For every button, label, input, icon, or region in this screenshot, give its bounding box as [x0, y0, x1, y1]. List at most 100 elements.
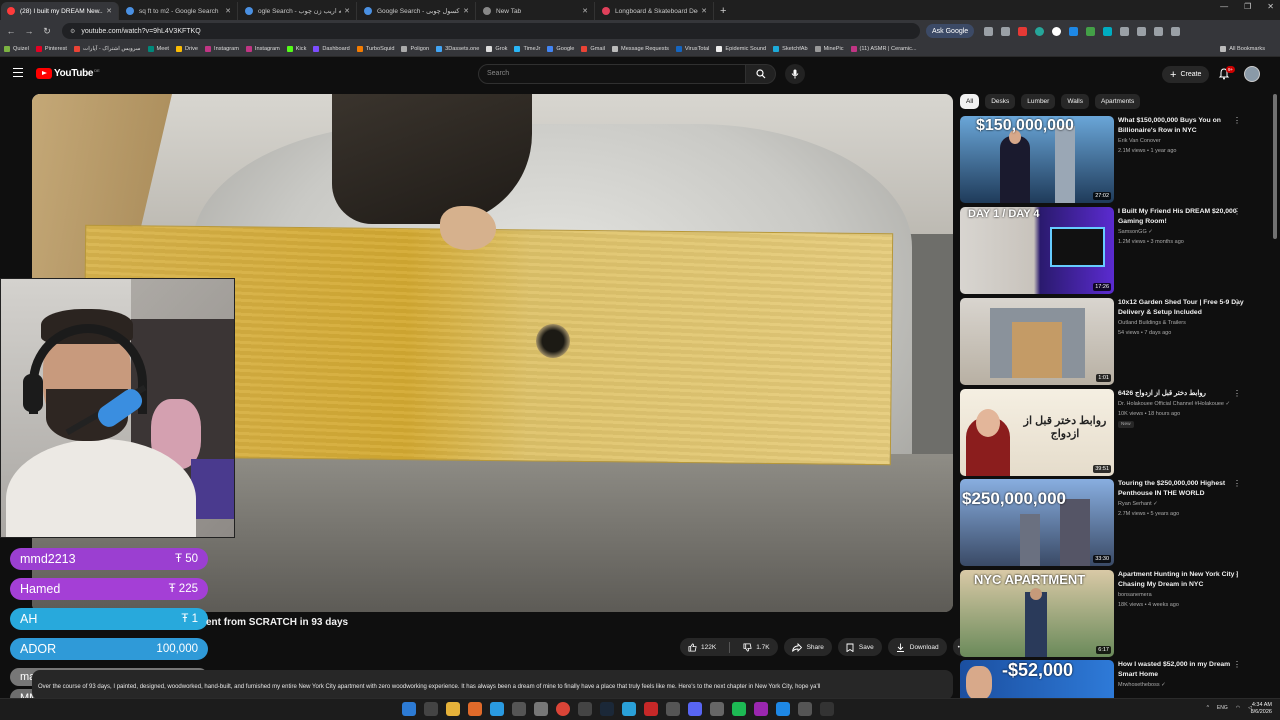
app-icon[interactable]: [754, 702, 768, 716]
video-title[interactable]: Apartment Hunting in New York City | Cha…: [1118, 570, 1250, 589]
browser-tab-google-1[interactable]: sq ft to m2 - Google Search ✕: [120, 2, 238, 20]
app-icon[interactable]: [644, 702, 658, 716]
close-tab-icon[interactable]: ✕: [225, 7, 231, 15]
bookmark-item[interactable]: TimeJr: [514, 46, 540, 52]
steam-icon[interactable]: [600, 702, 614, 716]
forward-icon[interactable]: →: [22, 24, 36, 38]
channel-name[interactable]: SamsonGG ✓: [1118, 229, 1153, 235]
app-icon[interactable]: [666, 702, 680, 716]
back-icon[interactable]: ←: [4, 24, 18, 38]
channel-name[interactable]: Dr. Holakouee Official Channel #Holakoue…: [1118, 401, 1230, 407]
bookmark-item[interactable]: Instagram: [245, 46, 280, 52]
task-view-icon[interactable]: [424, 702, 438, 716]
video-thumbnail[interactable]: NYC APARTMENT 6:17: [960, 570, 1114, 657]
video-title[interactable]: What $150,000,000 Buys You on Billionair…: [1118, 116, 1250, 135]
bookmark-item[interactable]: Instagram: [205, 46, 239, 52]
close-tab-icon[interactable]: ✕: [344, 7, 350, 15]
extension-icon[interactable]: [1103, 26, 1113, 36]
download-button[interactable]: Download: [887, 638, 947, 656]
bookmark-item[interactable]: TurboSquid: [356, 46, 394, 52]
video-description[interactable]: Over the course of 93 days, I painted, d…: [32, 670, 953, 700]
more-vertical-icon[interactable]: ⋮: [1233, 661, 1241, 669]
extension-icon[interactable]: [1018, 26, 1028, 36]
bookmark-item[interactable]: Epidemic Sound: [716, 46, 766, 52]
bookmark-item[interactable]: Drive: [175, 46, 198, 52]
browser-tab-google-2[interactable]: ogle Search - طه اریب زن چوب✕: [239, 2, 357, 20]
video-thumbnail[interactable]: $150,000,000 27:02: [960, 116, 1114, 203]
app-icon[interactable]: [710, 702, 724, 716]
bookmark-item[interactable]: Gmail: [581, 46, 605, 52]
bookmark-item[interactable]: SketchfAb: [773, 46, 808, 52]
video-thumbnail[interactable]: DAY 1 / DAY 4 17:26: [960, 207, 1114, 294]
recommendation-item[interactable]: روابط دختر قبل از ازدواج 39:51 روابط دخت…: [960, 389, 1270, 476]
more-vertical-icon[interactable]: ⋮: [1233, 117, 1241, 125]
share-button[interactable]: Share: [783, 638, 832, 656]
app-icon[interactable]: [490, 702, 504, 716]
windows-start-icon[interactable]: [402, 702, 416, 716]
app-icon[interactable]: [820, 702, 834, 716]
chip-desks[interactable]: Desks: [985, 94, 1016, 109]
channel-name[interactable]: Ryan Serhant ✓: [1118, 501, 1158, 507]
video-title[interactable]: Touring the $250,000,000 Highest Penthou…: [1118, 479, 1250, 498]
channel-name[interactable]: Erik Van Conover: [1118, 138, 1161, 144]
recommendation-item[interactable]: $250,000,000 33:30 Touring the $250,000,…: [960, 479, 1270, 566]
video-title[interactable]: I Built My Friend His DREAM $20,000 Gami…: [1118, 207, 1250, 226]
bookmark-item[interactable]: Google: [547, 46, 574, 52]
channel-name[interactable]: bonsanemera: [1118, 592, 1152, 598]
search-button[interactable]: [746, 64, 776, 84]
bookmark-item[interactable]: Dashboard: [313, 46, 350, 52]
recommendation-item[interactable]: NYC APARTMENT 6:17 Apartment Hunting in …: [960, 570, 1270, 657]
bookmark-item[interactable]: VirusTotal: [675, 46, 709, 52]
chrome-icon[interactable]: [556, 702, 570, 716]
browser-tab-newtab[interactable]: New Tab ✕: [477, 2, 595, 20]
channel-name[interactable]: Outland Buildings & Trailers: [1118, 320, 1186, 326]
address-bar[interactable]: ⚙ youtube.com/watch?v=9hL4V3KFTKQ: [62, 23, 920, 39]
more-vertical-icon[interactable]: ⋮: [1233, 208, 1241, 216]
close-tab-icon[interactable]: ✕: [106, 7, 112, 15]
app-icon[interactable]: [578, 702, 592, 716]
voice-search-button[interactable]: [785, 64, 805, 84]
more-vertical-icon[interactable]: ⋮: [1233, 571, 1241, 579]
chip-apartments[interactable]: Apartments: [1095, 94, 1141, 109]
save-button[interactable]: Save: [837, 638, 882, 656]
video-thumbnail[interactable]: $250,000,000 33:30: [960, 479, 1114, 566]
browser-tab-youtube[interactable]: (28) I built my DREAM New... ✕: [1, 2, 119, 20]
download-icon[interactable]: [1171, 26, 1181, 36]
youtube-logo[interactable]: YouTube DE: [36, 68, 100, 79]
more-vertical-icon[interactable]: ⋮: [1233, 480, 1241, 488]
bookmark-item[interactable]: Message Requests: [612, 46, 669, 52]
tray-chevron-icon[interactable]: ^: [1207, 705, 1209, 711]
dislike-button[interactable]: 1.7K: [735, 642, 777, 652]
video-title[interactable]: 10x12 Garden Shed Tour | Free 5-9 Day De…: [1118, 298, 1250, 317]
bookmark-item[interactable]: Kick: [286, 46, 306, 52]
bookmark-item[interactable]: Pinterest: [35, 46, 67, 52]
close-tab-icon[interactable]: ✕: [463, 7, 469, 15]
bookmark-item[interactable]: (11) ASMR | Ceramic...: [850, 46, 917, 52]
browser-tab-longboard[interactable]: Longboard & Skateboard Deck...✕: [596, 2, 714, 20]
recommendation-item[interactable]: 1:01 10x12 Garden Shed Tour | Free 5-9 D…: [960, 298, 1270, 385]
bookmark-item[interactable]: 3Dassets.one: [436, 46, 479, 52]
puzzle-icon[interactable]: [1137, 26, 1147, 36]
close-tab-icon[interactable]: ✕: [582, 7, 588, 15]
side-panel-icon[interactable]: [1154, 26, 1164, 36]
minimize-icon[interactable]: —: [1220, 2, 1228, 11]
bookmark-star-icon[interactable]: [1001, 26, 1011, 36]
recommendation-item[interactable]: -$52,000 How I wasted $52,000 in my Drea…: [960, 660, 1270, 698]
extension-icon[interactable]: [1035, 26, 1045, 36]
recommendation-item[interactable]: DAY 1 / DAY 4 17:26 I Built My Friend Hi…: [960, 207, 1270, 294]
video-thumbnail[interactable]: 1:01: [960, 298, 1114, 385]
clock[interactable]: 4:34 AM 8/6/2026: [1251, 702, 1272, 716]
close-tab-icon[interactable]: ✕: [701, 7, 707, 15]
extension-icon[interactable]: [1086, 26, 1096, 36]
search-app-icon[interactable]: [468, 702, 482, 716]
bookmark-item[interactable]: Grok: [486, 46, 507, 52]
chip-lumber[interactable]: Lumber: [1021, 94, 1056, 109]
like-button[interactable]: 122K: [680, 642, 724, 652]
app-icon[interactable]: [798, 702, 812, 716]
extension-icon[interactable]: [1052, 26, 1062, 36]
discord-icon[interactable]: [688, 702, 702, 716]
chip-all[interactable]: All: [960, 94, 980, 109]
video-title[interactable]: How I wasted $52,000 in my Dream Smart H…: [1118, 660, 1250, 679]
browser-tab-google-3[interactable]: Google Search - کسول چوبی ✕: [358, 2, 476, 20]
site-info-icon[interactable]: ⚙: [70, 28, 75, 35]
